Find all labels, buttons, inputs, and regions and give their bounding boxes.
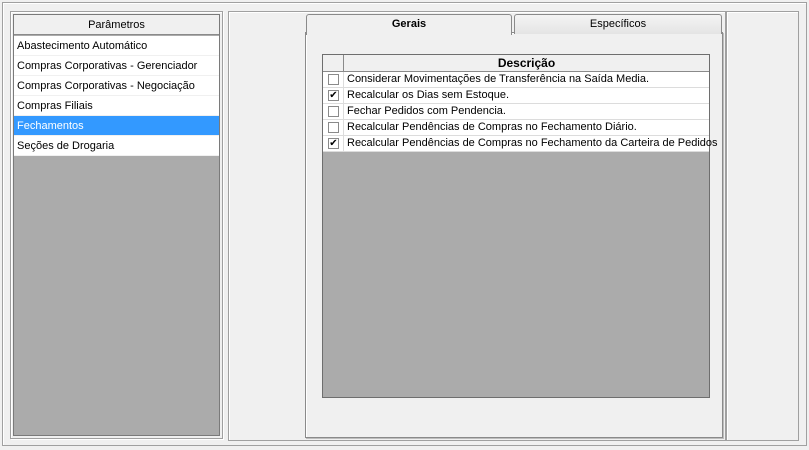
option-description: Recalcular Pendências de Compras no Fech… (347, 121, 637, 133)
option-description: Recalcular os Dias sem Estoque. (347, 89, 510, 101)
checkbox-cell (323, 120, 344, 135)
grid-row[interactable]: ✔ Recalcular os Dias sem Estoque. (323, 88, 709, 104)
option-checkbox[interactable] (328, 122, 339, 133)
option-checkbox[interactable]: ✔ (328, 138, 339, 149)
grid-row[interactable]: Recalcular Pendências de Compras no Fech… (323, 120, 709, 136)
option-description: Fechar Pedidos com Pendencia. (347, 105, 506, 117)
parameter-item-abastecimento[interactable]: Abastecimento Automático (14, 36, 219, 56)
option-description: Recalcular Pendências de Compras no Fech… (347, 137, 718, 149)
option-checkbox[interactable]: ✔ (328, 90, 339, 101)
checkbox-cell: ✔ (323, 136, 344, 151)
option-checkbox[interactable] (328, 74, 339, 85)
side-strip (726, 11, 799, 441)
tab-especificos[interactable]: Específicos (514, 14, 722, 34)
grid-row[interactable]: Fechar Pedidos com Pendencia. (323, 104, 709, 120)
checkbox-cell: ✔ (323, 88, 344, 103)
tab-gerais[interactable]: Gerais (306, 14, 512, 35)
option-checkbox[interactable] (328, 106, 339, 117)
parameters-header[interactable]: Parâmetros (14, 15, 219, 35)
parameter-item-secoes-drogaria[interactable]: Seções de Drogaria (14, 136, 219, 156)
parameter-item-fechamentos[interactable]: Fechamentos (14, 116, 219, 136)
parameter-item-compras-corporativas-negociacao[interactable]: Compras Corporativas - Negociação (14, 76, 219, 96)
grid-header-checkbox-column[interactable] (323, 55, 344, 72)
grid-row[interactable]: ✔ Recalcular Pendências de Compras no Fe… (323, 136, 718, 152)
parameter-item-compras-filiais[interactable]: Compras Filiais (14, 96, 219, 116)
option-description: Considerar Movimentações de Transferênci… (347, 73, 650, 85)
parameter-item-compras-corporativas-gerenciador[interactable]: Compras Corporativas - Gerenciador (14, 56, 219, 76)
checkbox-cell (323, 72, 344, 87)
checkbox-cell (323, 104, 344, 119)
grid-row[interactable]: Considerar Movimentações de Transferênci… (323, 72, 709, 88)
grid-header-descricao[interactable]: Descrição (344, 55, 709, 72)
